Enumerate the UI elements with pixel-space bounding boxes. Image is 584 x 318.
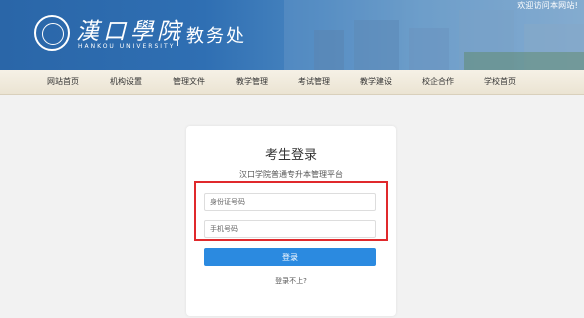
university-seal-icon <box>34 15 70 51</box>
nav-item-teaching[interactable]: 教学管理 <box>236 76 268 87</box>
login-card: 考生登录 汉口学院普通专升本管理平台 登录 登录不上? <box>186 126 396 316</box>
login-help-link[interactable]: 登录不上? <box>186 276 396 286</box>
nav-item-construction[interactable]: 教学建设 <box>360 76 392 87</box>
nav-item-exams[interactable]: 考试管理 <box>298 76 330 87</box>
logo-divider <box>177 24 178 46</box>
nav-item-cooperation[interactable]: 校企合作 <box>422 76 454 87</box>
site-header: 欢迎访问本网站! 漢口學院 HANKOU UNIVERSITY 教务处 <box>0 0 584 70</box>
welcome-text: 欢迎访问本网站! <box>517 1 578 10</box>
phone-number-input[interactable] <box>204 220 376 238</box>
login-title: 考生登录 <box>264 148 317 163</box>
nav-item-documents[interactable]: 管理文件 <box>173 76 205 87</box>
main-nav: 网站首页 机构设置 管理文件 教学管理 考试管理 教学建设 校企合作 学校首页 <box>0 70 584 95</box>
department-name: 教务处 <box>186 26 246 47</box>
nav-item-organization[interactable]: 机构设置 <box>110 76 142 87</box>
nav-item-school-home[interactable]: 学校首页 <box>484 76 516 87</box>
id-number-input[interactable] <box>204 193 376 211</box>
university-name: 漢口學院 <box>76 19 184 45</box>
nav-item-home[interactable]: 网站首页 <box>47 76 79 87</box>
university-name-en: HANKOU UNIVERSITY <box>78 43 176 50</box>
login-subtitle: 汉口学院普通专升本管理平台 <box>239 170 343 179</box>
login-button[interactable]: 登录 <box>204 248 376 266</box>
